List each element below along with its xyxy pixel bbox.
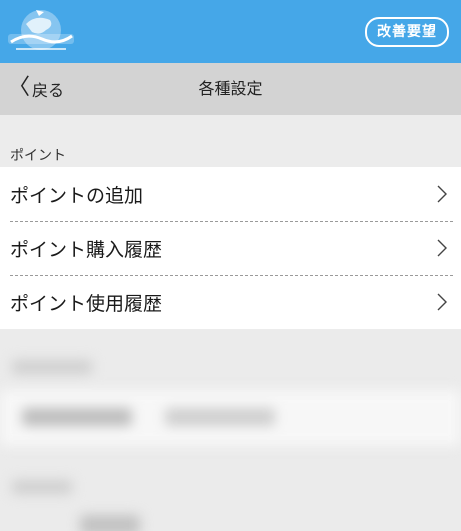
menu-item-label: ポイント購入履歴 — [10, 238, 163, 261]
menu-item-add-points[interactable]: ポイントの追加 — [0, 167, 461, 221]
back-label: 戻る — [32, 81, 65, 100]
chevron-right-icon — [429, 221, 455, 275]
happy-mail-logo-icon[interactable] — [6, 6, 76, 58]
blurred-text — [80, 515, 140, 531]
chevron-right-icon — [429, 275, 455, 329]
blurred-content-area — [0, 330, 461, 531]
blurred-section-header — [12, 480, 72, 494]
menu-item-label: ポイントの追加 — [10, 184, 144, 207]
menu-item-label: ポイント使用履歴 — [10, 292, 163, 315]
app-header: 改善要望 — [0, 0, 461, 63]
section-header-points: ポイント — [10, 148, 66, 164]
points-menu-list: ポイントの追加 ポイント購入履歴 ポイント使用履歴 — [0, 167, 461, 329]
feedback-button[interactable]: 改善要望 — [365, 17, 449, 47]
menu-item-usage-history[interactable]: ポイント使用履歴 — [0, 275, 461, 329]
blurred-text — [165, 408, 275, 426]
menu-item-purchase-history[interactable]: ポイント購入履歴 — [0, 221, 461, 275]
logo-graphic — [8, 10, 74, 50]
chevron-left-icon: 〈 — [8, 75, 31, 100]
page-title: 各種設定 — [198, 79, 263, 98]
nav-bar: 〈 戻る 各種設定 — [0, 63, 461, 115]
back-button[interactable]: 〈 戻る — [8, 63, 64, 115]
blurred-section-header — [12, 360, 92, 374]
blurred-text — [22, 408, 132, 426]
chevron-right-icon — [429, 167, 455, 221]
